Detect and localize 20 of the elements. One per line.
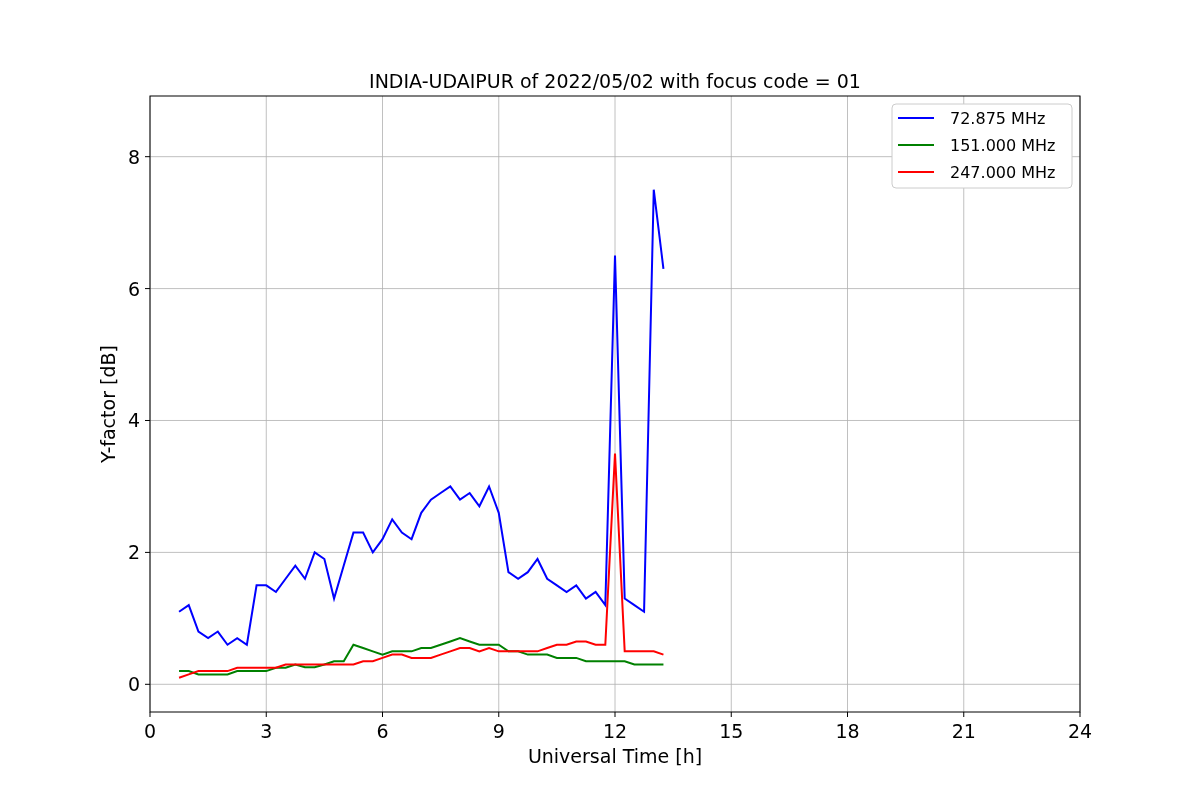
- y-tick-label: 0: [127, 673, 140, 696]
- y-tick-label: 6: [127, 277, 140, 300]
- x-tick-label: 9: [492, 720, 505, 742]
- x-tick-label: 12: [602, 720, 628, 742]
- y-tick-label: 2: [127, 541, 140, 564]
- x-tick-label: 24: [1067, 720, 1093, 742]
- x-tick-label: 0: [143, 720, 157, 742]
- x-axis-label: Universal Time [h]: [527, 745, 703, 767]
- legend-label: 72.875 MHz: [950, 109, 1046, 128]
- y-axis-label: Y-factor [dB]: [97, 345, 119, 463]
- y-tick-label: 8: [127, 145, 140, 168]
- x-tick-label: 21: [951, 720, 976, 742]
- x-tick-label: 18: [835, 720, 860, 742]
- x-tick-label: 6: [376, 720, 389, 742]
- x-tick-label: 3: [260, 720, 273, 742]
- legend-label: 247.000 MHz: [950, 163, 1056, 182]
- x-tick-label: 15: [719, 720, 744, 742]
- legend-label: 151.000 MHz: [950, 136, 1056, 155]
- chart-title: INDIA-UDAIPUR of 2022/05/02 with focus code = 01: [369, 70, 861, 92]
- y-tick-label: 4: [127, 409, 140, 432]
